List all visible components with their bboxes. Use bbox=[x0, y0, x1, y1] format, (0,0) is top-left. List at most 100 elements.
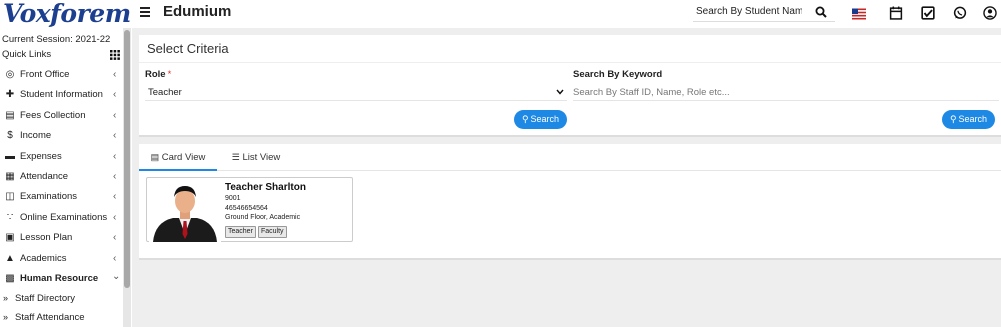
keyword-label: Search By Keyword bbox=[573, 69, 663, 80]
chevron-left-icon: ‹ bbox=[113, 211, 117, 223]
lesson-plan-icon: ▣ bbox=[5, 232, 15, 244]
whatsapp-icon[interactable] bbox=[953, 6, 967, 20]
chevron-left-icon: ‹ bbox=[113, 109, 117, 121]
chevron-left-icon: ‹ bbox=[113, 191, 117, 203]
sidebar-subitem-label: Staff Attendance bbox=[15, 312, 85, 324]
chevron-down-icon: ⌄ bbox=[112, 270, 121, 282]
quick-links[interactable]: Quick Links bbox=[2, 49, 122, 60]
staff-id: 9001 bbox=[225, 195, 241, 202]
search-icon: ⚲ bbox=[949, 114, 957, 124]
panel-title: Select Criteria bbox=[147, 41, 229, 56]
user-avatar-icon[interactable] bbox=[983, 6, 997, 20]
sidebar-item-label: Front Office bbox=[20, 69, 70, 80]
fees-icon: ▤ bbox=[5, 109, 15, 121]
graduation-cap-icon: ▲ bbox=[5, 252, 15, 264]
sidebar-item-academics[interactable]: ▲ Academics ‹ bbox=[0, 249, 123, 269]
sidebar-item-attendance[interactable]: ▦ Attendance ‹ bbox=[0, 167, 123, 187]
staff-photo bbox=[149, 178, 221, 242]
sidebar-subitem-staff-directory[interactable]: » Staff Directory bbox=[0, 289, 123, 308]
current-session: Current Session: 2021-22 bbox=[2, 34, 111, 45]
chevron-left-icon: ‹ bbox=[113, 69, 117, 80]
dollar-icon: $ bbox=[7, 130, 13, 142]
scrollbar-thumb[interactable] bbox=[124, 30, 130, 288]
staff-card[interactable]: Teacher Sharlton 9001 46546654564 Ground… bbox=[146, 177, 353, 242]
sidebar-item-label: Fees Collection bbox=[20, 109, 86, 121]
staff-name[interactable]: Teacher Sharlton bbox=[225, 182, 306, 193]
sidebar-item-label: Academics bbox=[20, 252, 67, 264]
role-label-text: Role bbox=[145, 69, 166, 80]
list-icon: ☰ bbox=[231, 152, 240, 162]
map-icon: ◫ bbox=[5, 191, 15, 203]
chevron-down-icon bbox=[556, 89, 564, 95]
sidebar-item-label: Attendance bbox=[20, 170, 69, 182]
tab-card-view[interactable]: ▤ Card View bbox=[139, 144, 217, 171]
student-search[interactable]: Search By Student Name bbox=[693, 3, 835, 22]
search-icon[interactable] bbox=[815, 6, 827, 18]
sidebar-menu: ◎ Front Office ‹ ✚ Student Information ‹… bbox=[0, 65, 123, 327]
role-label: Role * bbox=[145, 69, 171, 80]
front-office-icon: ◎ bbox=[5, 69, 15, 80]
id-card-icon: ▤ bbox=[150, 152, 160, 162]
sidebar-subitem-label: Staff Directory bbox=[15, 293, 76, 305]
search-by-role-button[interactable]: ⚲ Search bbox=[514, 110, 567, 129]
chevron-left-icon: ‹ bbox=[113, 89, 117, 101]
keyword-search-input[interactable]: Search By Staff ID, Name, Role etc... bbox=[573, 82, 999, 101]
role-select[interactable]: Teacher bbox=[145, 82, 567, 101]
sidebar-item-income[interactable]: $ Income ‹ bbox=[0, 126, 123, 146]
select-criteria-panel: Select Criteria Role * Teacher Search By … bbox=[139, 35, 1001, 137]
double-chevron-right-icon: » bbox=[3, 293, 9, 304]
search-by-keyword-button[interactable]: ⚲ Search bbox=[942, 110, 995, 129]
results-panel: ▤ Card View ☰ List View Teacher Sharlton… bbox=[139, 144, 1001, 260]
sidebar-subitem-staff-attendance[interactable]: » Staff Attendance bbox=[0, 308, 123, 327]
sitemap-icon: ▩ bbox=[5, 272, 15, 284]
sidebar-item-label: Student Information bbox=[20, 89, 103, 101]
grid-icon[interactable] bbox=[110, 50, 120, 60]
chevron-left-icon: ‹ bbox=[113, 170, 117, 182]
sidebar-item-label: Examinations bbox=[20, 191, 78, 203]
divider bbox=[139, 62, 1001, 63]
quick-links-label: Quick Links bbox=[2, 49, 52, 60]
sidebar-item-lesson-plan[interactable]: ▣ Lesson Plan ‹ bbox=[0, 228, 123, 248]
credit-card-icon: ▬ bbox=[5, 150, 15, 162]
student-info-icon: ✚ bbox=[5, 89, 15, 101]
sidebar-item-label: Lesson Plan bbox=[20, 232, 73, 244]
tab-label: List View bbox=[242, 152, 281, 163]
us-flag-icon[interactable] bbox=[852, 7, 866, 21]
sidebar-item-label: Income bbox=[20, 130, 52, 142]
view-tabs: ▤ Card View ☰ List View bbox=[139, 144, 1001, 171]
calendar-icon[interactable] bbox=[889, 6, 903, 20]
button-label: Search bbox=[958, 114, 988, 124]
sidebar-item-label: Expenses bbox=[20, 150, 62, 162]
required-asterisk: * bbox=[167, 69, 172, 80]
sidebar: Current Session: 2021-22 Quick Links ◎ F… bbox=[0, 28, 132, 327]
sidebar-item-student-information[interactable]: ✚ Student Information ‹ bbox=[0, 85, 123, 105]
sidebar-item-human-resource[interactable]: ▩ Human Resource ⌄ bbox=[0, 269, 123, 289]
sidebar-item-examinations[interactable]: ◫ Examinations ‹ bbox=[0, 187, 123, 207]
student-search-input[interactable]: Search By Student Name bbox=[696, 6, 802, 17]
logo[interactable]: Voxforem bbox=[3, 0, 131, 28]
sidebar-item-fees-collection[interactable]: ▤ Fees Collection ‹ bbox=[0, 106, 123, 126]
chevron-left-icon: ‹ bbox=[113, 130, 117, 142]
sidebar-item-expenses[interactable]: ▬ Expenses ‹ bbox=[0, 147, 123, 167]
staff-phone: 46546654564 bbox=[225, 205, 268, 212]
sidebar-scrollbar[interactable] bbox=[123, 28, 131, 327]
calendar-check-icon: ▦ bbox=[5, 170, 15, 182]
top-navbar: Voxforem Edumium Search By Student Name bbox=[0, 0, 1001, 28]
double-chevron-right-icon: » bbox=[3, 312, 9, 323]
tab-label: Card View bbox=[161, 152, 206, 163]
chevron-left-icon: ‹ bbox=[113, 252, 117, 264]
chevron-left-icon: ‹ bbox=[113, 232, 117, 244]
button-label: Search bbox=[530, 114, 560, 124]
sidebar-item-label: Online Examinations bbox=[20, 211, 108, 223]
staff-location: Ground Floor, Academic bbox=[225, 214, 301, 221]
role-tag: Teacher bbox=[225, 226, 256, 238]
sidebar-item-label: Human Resource bbox=[20, 272, 99, 284]
rss-icon: ∵ bbox=[6, 211, 14, 223]
hamburger-menu-icon[interactable] bbox=[140, 7, 150, 17]
tab-list-view[interactable]: ☰ List View bbox=[223, 144, 289, 171]
task-check-icon[interactable] bbox=[921, 6, 935, 20]
role-tag: Faculty bbox=[258, 226, 287, 238]
keyword-placeholder: Search By Staff ID, Name, Role etc... bbox=[573, 87, 730, 98]
sidebar-item-front-office[interactable]: ◎ Front Office ‹ bbox=[0, 65, 123, 85]
sidebar-item-online-examinations[interactable]: ∵ Online Examinations ‹ bbox=[0, 208, 123, 228]
